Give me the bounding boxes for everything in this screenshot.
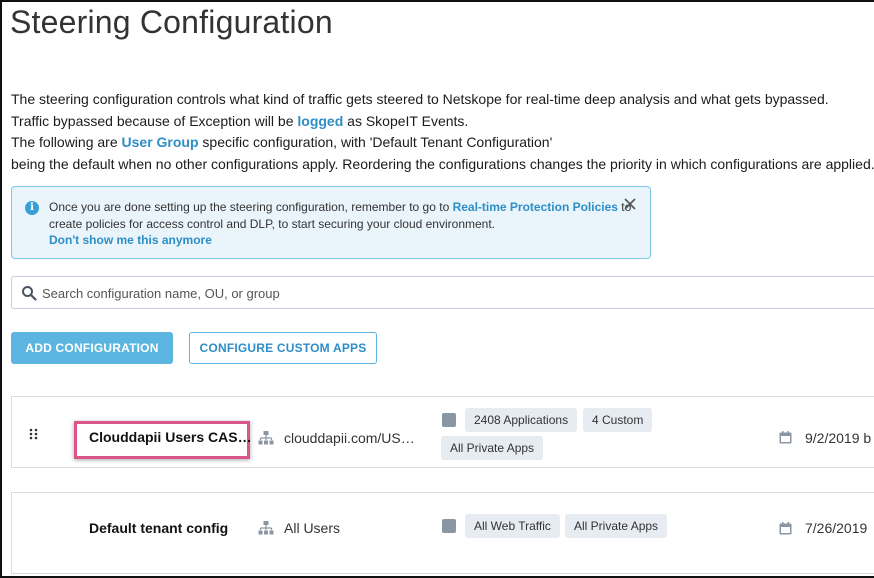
apps-icon <box>442 519 456 533</box>
configuration-ou: All Users <box>284 520 341 536</box>
desc-line-3: The following are User Group specific co… <box>11 132 874 154</box>
user-group-link[interactable]: User Group <box>122 134 199 150</box>
configuration-date: 7/26/2019 <box>805 520 868 536</box>
tag-web-traffic: All Web Traffic <box>465 514 560 538</box>
org-tree-icon <box>258 431 274 445</box>
configuration-name[interactable]: Clouddapii Users CAS… <box>89 429 252 445</box>
search-icon <box>22 286 37 301</box>
apps-icon <box>442 413 456 427</box>
page-title: Steering Configuration <box>10 4 333 40</box>
logged-link[interactable]: logged <box>297 113 343 129</box>
tag-applications: 2408 Applications <box>465 408 578 432</box>
realtime-protection-policies-link[interactable]: Real-time Protection Policies <box>453 200 618 214</box>
info-line-1: Once you are done setting up the steerin… <box>49 199 631 216</box>
drag-handle-icon[interactable] <box>29 428 39 440</box>
info-icon: i <box>25 201 39 215</box>
close-icon[interactable] <box>622 197 638 213</box>
desc-line-2-text: Traffic bypassed because of Exception wi… <box>11 112 298 129</box>
desc-line-1: The steering configuration controls what… <box>11 91 829 107</box>
desc-line-3-tail: specific configuration, with 'Default Te… <box>198 134 553 150</box>
configuration-ou: clouddapii.com/US… <box>284 430 415 446</box>
info-line-2: create policies for access control and D… <box>49 216 496 231</box>
configuration-name[interactable]: Default tenant config <box>89 520 228 536</box>
info-line-3: Don't show me this anymore <box>49 232 631 249</box>
desc-line-2: Traffic bypassed because of Exception wi… <box>11 111 874 133</box>
dont-show-again-link[interactable]: Don't show me this anymore <box>49 233 212 247</box>
page-frame: Steering Configuration The steering conf… <box>0 0 874 578</box>
info-banner: i Once you are done setting up the steer… <box>11 186 651 259</box>
calendar-icon <box>779 522 792 535</box>
tag-private-apps: All Private Apps <box>441 436 544 460</box>
configuration-date: 9/2/2019 b <box>805 430 872 446</box>
desc-line-2-tail: as SkopeIT Events. <box>343 112 469 129</box>
configure-custom-apps-button[interactable]: CONFIGURE CUSTOM APPS <box>189 332 377 364</box>
desc-line-3-text: The following are <box>11 134 122 150</box>
org-tree-icon <box>258 521 274 535</box>
configuration-row[interactable]: Clouddapii Users CAS… clouddapii.com/US…… <box>11 396 874 468</box>
search-input[interactable] <box>42 281 842 305</box>
info-line-1-text: Once you are done setting up the steerin… <box>49 200 453 214</box>
configuration-row[interactable]: Default tenant config All Users All Web … <box>11 492 874 574</box>
page-description: The steering configuration controls what… <box>11 89 874 175</box>
tag-custom: 4 Custom <box>583 408 653 432</box>
search-bar <box>11 276 874 309</box>
info-banner-text: Once you are done setting up the steerin… <box>49 199 631 249</box>
desc-line-4: being the default when no other configur… <box>11 155 874 172</box>
tag-private-apps: All Private Apps <box>565 514 668 538</box>
add-configuration-button[interactable]: ADD CONFIGURATION <box>11 332 173 364</box>
calendar-icon <box>779 431 792 444</box>
